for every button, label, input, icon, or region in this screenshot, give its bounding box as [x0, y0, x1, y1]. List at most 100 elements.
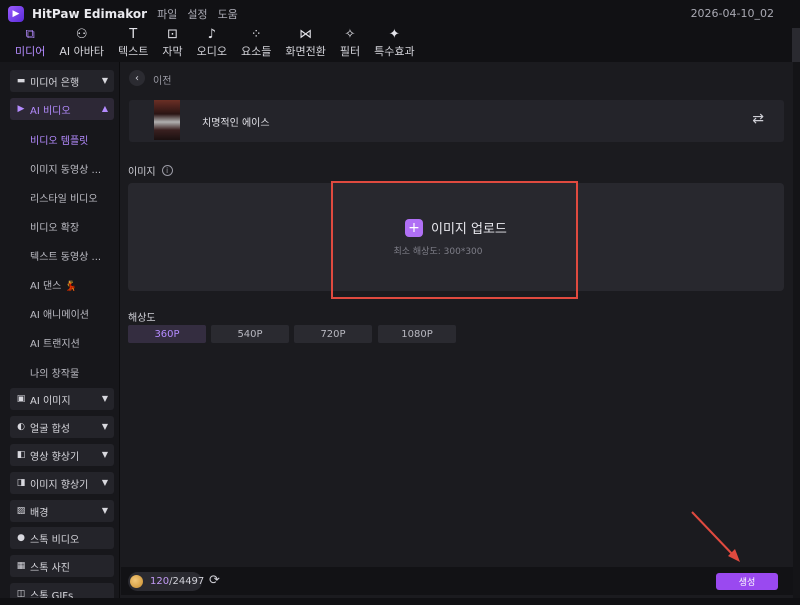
chevron-down-icon: ▼: [101, 76, 108, 85]
tab-elements[interactable]: ⁘ 요소들: [234, 28, 278, 62]
subtitle-icon: ⊡: [167, 27, 178, 42]
sidebar-group-stock-video[interactable]: ● 스톡 비디오: [10, 527, 114, 549]
template-thumbnail: [154, 100, 180, 140]
toolbar-label: 텍스트: [118, 45, 149, 58]
chevron-down-icon: ▼: [101, 450, 108, 459]
app-title: HitPaw Edimakor: [32, 7, 148, 21]
refresh-icon[interactable]: ⟳: [209, 573, 220, 588]
toolbar-label: 화면전환: [285, 45, 326, 58]
sidebar-group-label: 배경: [30, 507, 49, 519]
coin-icon: [130, 575, 143, 588]
stock-video-icon: ●: [17, 533, 25, 543]
toolbar-label: 자막: [162, 45, 183, 58]
chevron-down-icon: ▼: [101, 422, 108, 431]
tab-media[interactable]: ⧉ 미디어: [8, 28, 52, 62]
sidebar-group-video-enhance[interactable]: ◧ 영상 향상기 ▼: [10, 444, 114, 466]
tab-audio[interactable]: ♪ 오디오: [190, 28, 234, 62]
sidebar-group-folder[interactable]: ▬ 미디어 은행 ▼: [10, 70, 114, 92]
back-button[interactable]: ‹: [129, 70, 145, 86]
stock-photo-icon: ▦: [16, 561, 26, 571]
credits-used: 120: [150, 576, 170, 587]
sidebar-item[interactable]: 나의 창작물: [30, 365, 114, 380]
project-title: 2026-04-10_02: [690, 7, 774, 20]
chevron-down-icon: ▼: [101, 394, 108, 403]
sidebar-item[interactable]: 리스타일 비디오: [30, 190, 114, 205]
sidebar-group-label: 스톡 사진: [30, 562, 70, 574]
resolution-option[interactable]: 1080P: [378, 325, 456, 343]
app-logo-icon: ▶: [8, 6, 24, 22]
upload-image-label: 이미지 업로드: [431, 222, 507, 237]
toolbar-label: 요소들: [241, 45, 272, 58]
toolbar-label: 특수효과: [374, 45, 415, 58]
sidebar-group-ai-image[interactable]: ▣ AI 이미지 ▼: [10, 388, 114, 410]
resolution-label: 해상도: [128, 313, 156, 324]
text-icon: T: [129, 27, 138, 42]
tab-transition[interactable]: ⋈ 화면전환: [278, 28, 332, 62]
sidebar-item[interactable]: 비디오 템플릿: [30, 132, 114, 147]
sidebar-item[interactable]: 이미지 동영상 ...: [30, 161, 114, 176]
filter-icon: ✧: [344, 27, 356, 42]
sidebar-item[interactable]: AI 트랜지션: [30, 335, 114, 350]
toolbar-scrollbar[interactable]: [792, 28, 800, 62]
media-icon: ⧉: [25, 27, 35, 42]
chevron-down-icon: ▼: [101, 478, 108, 487]
credits-counter: 120/24497: [150, 576, 204, 587]
image-section-label: 이미지 i: [128, 163, 173, 178]
sidebar-group-label: 이미지 향상기: [30, 479, 89, 491]
toolbar-label: 필터: [339, 45, 361, 58]
sidebar-item[interactable]: AI 애니메이션: [30, 306, 114, 321]
bottom-bar: 120/24497 ⟳ 생성: [121, 567, 793, 595]
resolution-option[interactable]: 540P: [211, 325, 289, 343]
info-icon[interactable]: i: [161, 165, 173, 176]
image-label-text: 이미지: [128, 167, 156, 178]
sidebar-group-label: 스톡 비디오: [30, 534, 80, 546]
main-toolbar: ⧉ 미디어 ⚇ AI 아바타 T 텍스트 ⊡ 자막 ♪ 오디오 ⁘ 요소들 ⋈ 화면전환 ✧ 필터 ✦ 특수효과: [0, 28, 800, 62]
sidebar-group-label: 얼굴 합성: [30, 423, 70, 435]
effects-icon: ✦: [388, 27, 400, 42]
tab-ai-avatar[interactable]: ⚇ AI 아바타: [52, 28, 111, 62]
swap-icon[interactable]: ⇄: [752, 111, 764, 127]
upload-image-button[interactable]: + 이미지 업로드: [405, 218, 507, 237]
sidebar-group-image-enhance[interactable]: ◨ 이미지 향상기 ▼: [10, 472, 114, 494]
ai-image-icon: ▣: [16, 394, 26, 404]
chevron-left-icon: ‹: [135, 72, 139, 84]
folder-icon: ▬: [16, 76, 26, 86]
sidebar-item[interactable]: 텍스트 동영상 ...: [30, 248, 114, 263]
tab-effects[interactable]: ✦ 특수효과: [367, 28, 421, 62]
tab-filter[interactable]: ✧ 필터: [333, 28, 367, 62]
back-label[interactable]: 이전: [153, 72, 171, 87]
sidebar-group-face-swap[interactable]: ◐ 얼굴 합성 ▼: [10, 416, 114, 438]
image-enhance-icon: ◨: [16, 478, 26, 488]
resolution-option[interactable]: 360P: [128, 325, 206, 343]
credits-total: /24497: [169, 576, 205, 587]
status-strip: [0, 598, 800, 605]
template-name: 치명적인 에이스: [202, 118, 270, 129]
sidebar-item[interactable]: 비디오 확장: [30, 219, 114, 234]
sidebar: ▬ 미디어 은행 ▼ ▶ AI 비디오 ▲ ▣ AI 이미지 ▼ ◐ 얼굴 합성 ▼ ◧ 영상 향상기 ▼ ◨…: [0, 62, 120, 605]
video-enhance-icon: ◧: [16, 450, 26, 460]
sidebar-group-stock-photo[interactable]: ▦ 스톡 사진: [10, 555, 114, 577]
menu-settings[interactable]: 설정: [187, 6, 207, 22]
menu-bar: 파일 설정 도움: [157, 6, 248, 22]
sidebar-group-background[interactable]: ▨ 배경 ▼: [10, 500, 114, 522]
title-bar: ▶ HitPaw Edimakor 파일 설정 도움 2026-04-10_02: [0, 0, 800, 28]
sidebar-item[interactable]: AI 댄스 💃: [30, 277, 114, 292]
sidebar-group-label: AI 이미지: [30, 395, 71, 407]
chevron-down-icon: ▼: [101, 506, 108, 515]
tab-text[interactable]: T 텍스트: [111, 28, 155, 62]
elements-icon: ⁘: [250, 27, 262, 42]
template-card: 치명적인 에이스 ⇄: [129, 100, 784, 142]
ai-avatar-icon: ⚇: [75, 27, 88, 42]
chevron-up-icon: ▲: [101, 104, 108, 113]
transition-icon: ⋈: [299, 27, 313, 42]
annotation-highlight-box: [331, 181, 578, 299]
sidebar-group-label: 영상 향상기: [30, 451, 80, 463]
toolbar-label: 오디오: [196, 45, 228, 58]
menu-help[interactable]: 도움: [218, 6, 238, 22]
generate-button[interactable]: 생성: [716, 573, 778, 590]
tab-subtitle[interactable]: ⊡ 자막: [155, 28, 189, 62]
sidebar-group-ai-video[interactable]: ▶ AI 비디오 ▲: [10, 98, 114, 120]
toolbar-label: AI 아바타: [59, 45, 105, 58]
menu-file[interactable]: 파일: [157, 6, 177, 22]
resolution-option[interactable]: 720P: [294, 325, 372, 343]
